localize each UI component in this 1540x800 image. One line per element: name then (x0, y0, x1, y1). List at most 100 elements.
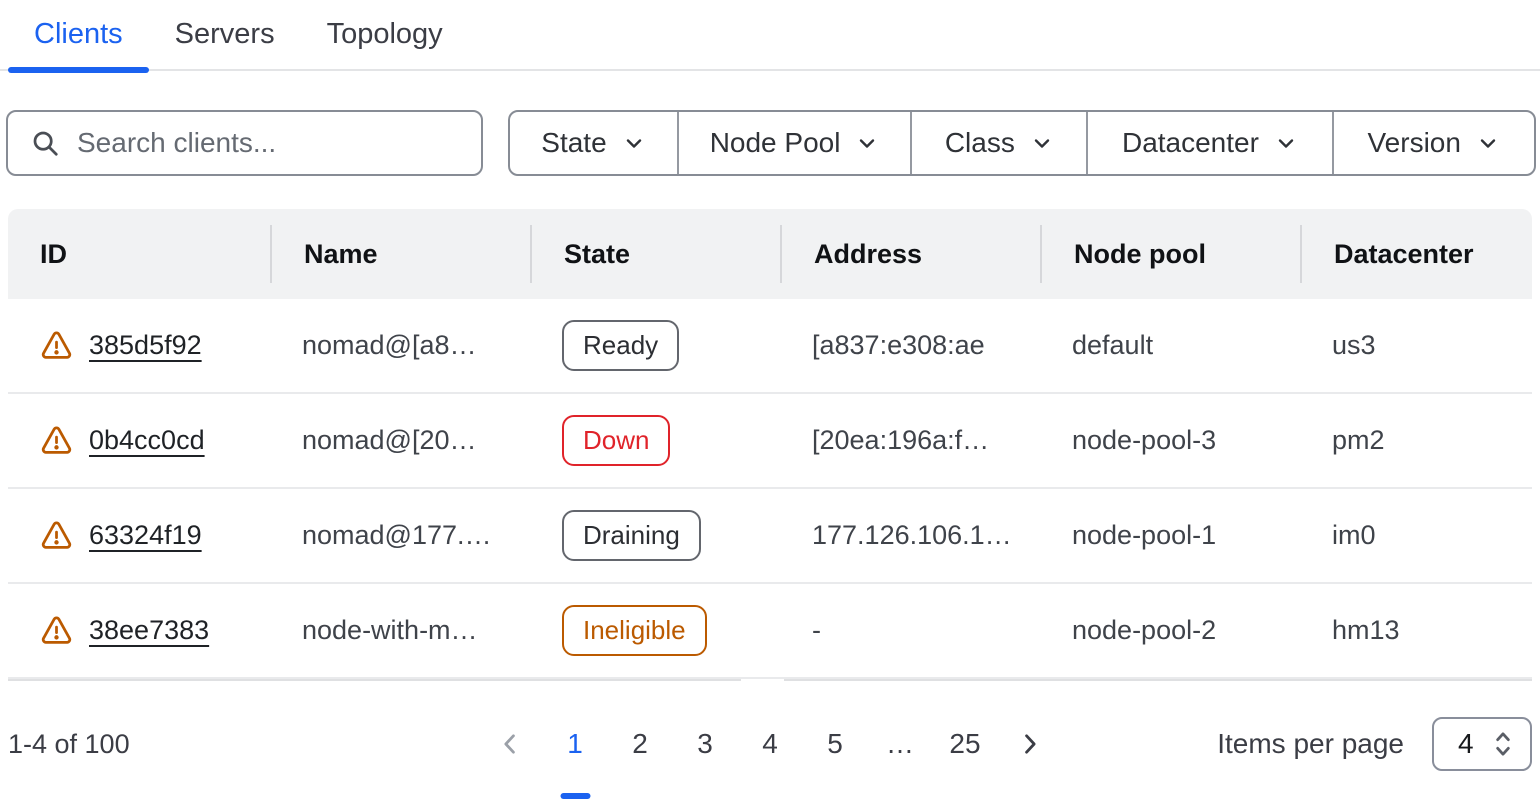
page-number: 5 (827, 728, 843, 760)
id-cell: 38ee7383 (8, 614, 270, 647)
table-bottom-border (8, 679, 1532, 681)
pagination-bar: 1-4 of 100 1 2 3 4 5 … 25 (8, 715, 1532, 773)
previous-page-button[interactable] (479, 715, 543, 773)
table-row: 63324f19 nomad@177.… Draining 177.126.10… (8, 489, 1532, 584)
items-per-page: Items per page 4 (1217, 717, 1532, 771)
clients-table: ID Name State Address Node pool Datacent… (8, 209, 1532, 681)
filter-datacenter-dropdown[interactable]: Datacenter (1086, 112, 1331, 174)
address-cell: 177.126.106.1… (780, 520, 1040, 551)
column-header-node-pool: Node pool (1040, 225, 1300, 283)
search-icon (30, 128, 60, 158)
filter-state-dropdown[interactable]: State (510, 112, 677, 174)
column-header-address: Address (780, 225, 1040, 283)
warning-triangle-icon (40, 329, 73, 362)
status-badge: Ineligible (562, 605, 707, 656)
warning-triangle-icon (40, 519, 73, 552)
datacenter-cell: us3 (1300, 330, 1532, 361)
name-cell: node-with-m… (270, 615, 530, 646)
node-pool-cell: node-pool-3 (1040, 425, 1300, 456)
node-pool-cell: node-pool-2 (1040, 615, 1300, 646)
chevron-down-icon (622, 131, 646, 155)
page-number: 25 (949, 728, 980, 760)
id-cell: 0b4cc0cd (8, 424, 270, 457)
tab-topology[interactable]: Topology (301, 0, 469, 69)
table-row: 385d5f92 nomad@[a8… Ready [a837:e308:ae … (8, 299, 1532, 394)
address-cell: [20ea:196a:f… (780, 425, 1040, 456)
chevron-down-icon (855, 131, 879, 155)
current-page-indicator (560, 793, 590, 799)
tab-topology-label: Topology (327, 18, 443, 51)
column-header-state: State (530, 225, 780, 283)
client-id-link[interactable]: 63324f19 (89, 520, 202, 551)
name-cell: nomad@177.… (270, 520, 530, 551)
id-cell: 385d5f92 (8, 329, 270, 362)
tab-clients[interactable]: Clients (8, 0, 149, 69)
filter-datacenter-label: Datacenter (1122, 127, 1259, 159)
filter-version-dropdown[interactable]: Version (1332, 112, 1534, 174)
node-pool-cell: node-pool-1 (1040, 520, 1300, 551)
client-id-link[interactable]: 0b4cc0cd (89, 425, 205, 456)
address-cell: [a837:e308:ae (780, 330, 1040, 361)
filter-class-dropdown[interactable]: Class (910, 112, 1086, 174)
table-header-row: ID Name State Address Node pool Datacent… (8, 209, 1532, 299)
ellipsis-label: … (886, 728, 914, 760)
page-button-4[interactable]: 4 (738, 715, 803, 773)
search-box[interactable] (6, 110, 483, 176)
chevron-right-icon (1016, 730, 1044, 758)
state-cell: Ineligible (530, 605, 780, 656)
page-button-3[interactable]: 3 (673, 715, 738, 773)
tab-clients-label: Clients (34, 18, 123, 51)
filter-state-label: State (541, 127, 606, 159)
page-button-1[interactable]: 1 (543, 715, 608, 773)
column-header-name: Name (270, 225, 530, 283)
chevron-down-icon (1476, 131, 1500, 155)
pager: 1 2 3 4 5 … 25 (479, 715, 1062, 773)
client-id-link[interactable]: 385d5f92 (89, 330, 202, 361)
tab-bar: Clients Servers Topology (0, 0, 1540, 71)
next-page-button[interactable] (998, 715, 1062, 773)
filter-node-pool-label: Node Pool (710, 127, 841, 159)
datacenter-cell: pm2 (1300, 425, 1532, 456)
page-number: 2 (632, 728, 648, 760)
chevron-down-icon (1274, 131, 1298, 155)
toolbar: State Node Pool Class Datacenter Version (6, 110, 1536, 176)
items-per-page-select[interactable]: 4 (1432, 717, 1532, 771)
id-cell: 63324f19 (8, 519, 270, 552)
status-badge: Down (562, 415, 670, 466)
page-number: 4 (762, 728, 778, 760)
page-number: 1 (567, 728, 583, 760)
client-id-link[interactable]: 38ee7383 (89, 615, 209, 646)
state-cell: Ready (530, 320, 780, 371)
name-cell: nomad@[a8… (270, 330, 530, 361)
page-button-25[interactable]: 25 (933, 715, 998, 773)
filter-class-label: Class (945, 127, 1015, 159)
state-cell: Draining (530, 510, 780, 561)
filter-version-label: Version (1368, 127, 1461, 159)
name-cell: nomad@[20… (270, 425, 530, 456)
items-per-page-value: 4 (1458, 728, 1474, 760)
active-tab-indicator (8, 67, 149, 73)
table-row: 38ee7383 node-with-m… Ineligible - node-… (8, 584, 1532, 679)
address-cell: - (780, 615, 1040, 646)
status-badge: Ready (562, 320, 679, 371)
warning-triangle-icon (40, 614, 73, 647)
table-row: 0b4cc0cd nomad@[20… Down [20ea:196a:f… n… (8, 394, 1532, 489)
chevron-up-down-icon (1490, 728, 1516, 760)
tab-servers[interactable]: Servers (149, 0, 301, 69)
node-pool-cell: default (1040, 330, 1300, 361)
page-button-5[interactable]: 5 (803, 715, 868, 773)
filter-node-pool-dropdown[interactable]: Node Pool (677, 112, 910, 174)
page-button-2[interactable]: 2 (608, 715, 673, 773)
column-header-id: ID (8, 225, 270, 283)
tab-servers-label: Servers (175, 18, 275, 51)
datacenter-cell: im0 (1300, 520, 1532, 551)
page-range-summary: 1-4 of 100 (8, 729, 130, 760)
chevron-left-icon (497, 730, 525, 758)
chevron-down-icon (1030, 131, 1054, 155)
state-cell: Down (530, 415, 780, 466)
filter-group: State Node Pool Class Datacenter Version (508, 110, 1536, 176)
page-ellipsis: … (868, 715, 933, 773)
page-number: 3 (697, 728, 713, 760)
status-badge: Draining (562, 510, 701, 561)
search-input[interactable] (77, 127, 459, 159)
